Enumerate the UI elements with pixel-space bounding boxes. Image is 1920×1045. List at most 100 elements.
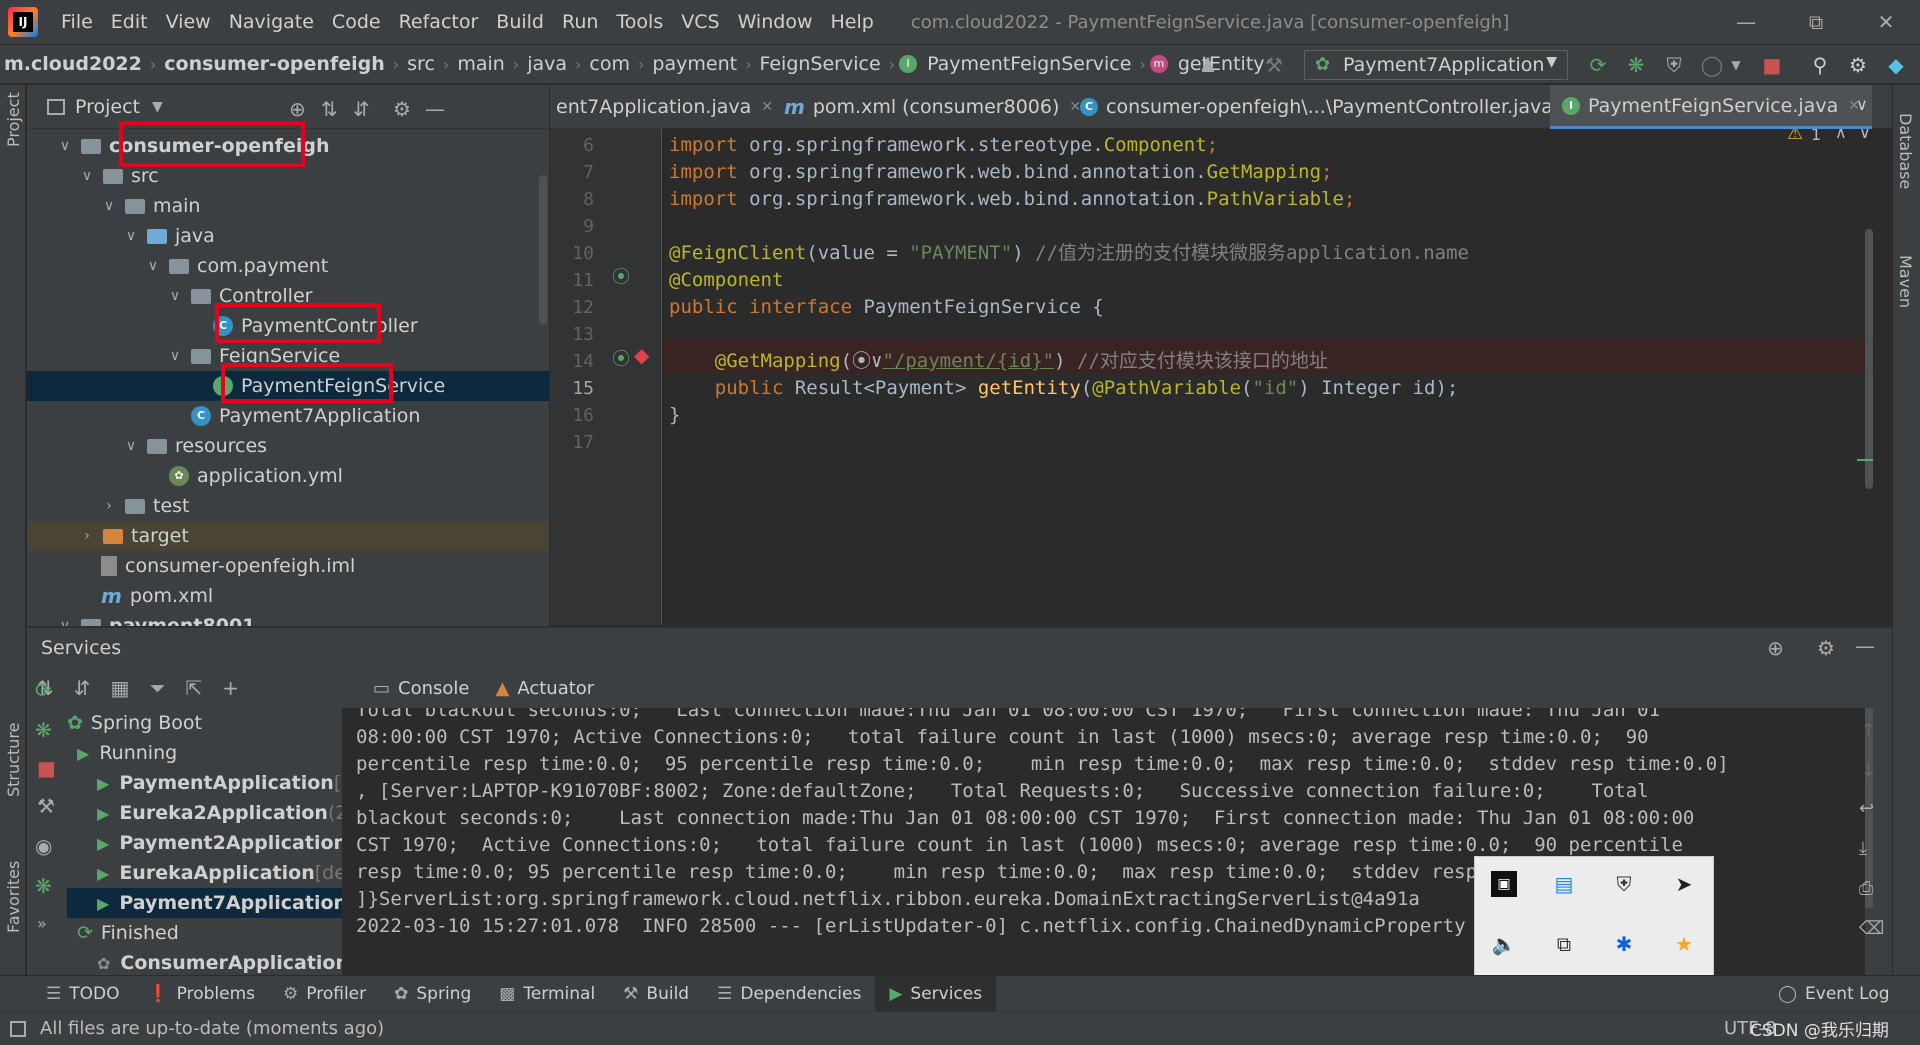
close-icon[interactable]: ✕	[1856, 0, 1916, 44]
previous-highlight-icon[interactable]: ∧	[1835, 129, 1847, 142]
menu-help[interactable]: Help	[821, 11, 882, 33]
collapse-all-icon[interactable]: ⇵	[353, 97, 370, 121]
menu-vcs[interactable]: VCS	[672, 11, 728, 33]
stop-icon[interactable]: ■	[37, 756, 56, 780]
maven-tool-tab[interactable]: Maven	[1896, 255, 1915, 308]
hide-icon[interactable]: —	[1855, 634, 1875, 658]
menu-window[interactable]: Window	[729, 11, 822, 33]
tree-item-iml[interactable]: consumer-openfeigh.iml	[27, 551, 549, 581]
tab-payment-feign-service[interactable]: I PaymentFeignService.java ✕	[1550, 85, 1872, 129]
project-tool-tab[interactable]: Project	[4, 92, 23, 147]
layout-icon[interactable]	[10, 1020, 26, 1037]
tab-services[interactable]: ▶ Services	[875, 975, 997, 1012]
tree-item-pom[interactable]: m pom.xml	[27, 581, 549, 611]
group-by-icon[interactable]: ▦	[111, 676, 130, 700]
warning-icon[interactable]: ⚠	[1787, 129, 1803, 144]
menu-code[interactable]: Code	[323, 11, 390, 33]
menu-run[interactable]: Run	[553, 11, 607, 33]
close-icon[interactable]: ✕	[761, 99, 773, 115]
tab-spring[interactable]: ✿ Spring	[380, 976, 485, 1012]
menu-refactor[interactable]: Refactor	[390, 11, 488, 33]
svc-group-finished[interactable]: ⟳ Finished	[77, 918, 179, 948]
tree-item-com-payment[interactable]: ∨ com.payment	[27, 251, 549, 281]
tab-payment7-application[interactable]: ent7Application.java ✕	[556, 85, 783, 129]
add-service-icon[interactable]: ⊕	[1767, 636, 1784, 660]
gear-icon[interactable]: ⚙	[1817, 636, 1835, 660]
profiler-icon[interactable]: ◯	[1700, 53, 1724, 77]
next-highlight-icon[interactable]: ∨	[1859, 129, 1871, 142]
svc-item-consumer-application[interactable]: ✿ ConsumerApplication	[97, 948, 349, 976]
chevron-down-icon[interactable]: ∨	[1856, 95, 1868, 114]
trash-icon[interactable]: ⌫	[1859, 918, 1884, 939]
tab-console[interactable]: ▭ Console	[373, 678, 469, 699]
network-tray-icon[interactable]: ▤	[1551, 871, 1577, 897]
debug-icon[interactable]: ❋	[1624, 53, 1648, 77]
menu-tools[interactable]: Tools	[607, 11, 672, 33]
gear-icon[interactable]: ⚙	[393, 97, 411, 121]
menu-navigate[interactable]: Navigate	[220, 11, 323, 33]
arrow-up-icon[interactable]: ↑	[1861, 720, 1876, 741]
project-scrollbar[interactable]	[539, 175, 547, 325]
tab-pom-xml[interactable]: m pom.xml (consumer8006) ✕	[784, 85, 1091, 129]
breadcrumb-method[interactable]: getEntity	[1174, 53, 1269, 75]
gear-icon[interactable]: ⚙	[1846, 53, 1870, 77]
wrench-icon[interactable]: ⚒	[37, 794, 55, 818]
svc-item-payment-application[interactable]: ▶ PaymentApplication [c	[97, 768, 352, 798]
soft-wrap-icon[interactable]: ↩	[1859, 798, 1874, 819]
breadcrumb-main[interactable]: main	[453, 53, 508, 75]
new-tab-icon[interactable]: ⇱	[185, 676, 202, 700]
breadcrumb-module[interactable]: consumer-openfeigh	[160, 53, 388, 75]
tree-item-main[interactable]: ∨ main	[27, 191, 549, 221]
scroll-to-end-icon[interactable]: ⤓	[1859, 838, 1867, 859]
breadcrumb-project[interactable]: m.cloud2022	[0, 53, 146, 75]
breakpoint-icon[interactable]: ◆	[634, 343, 649, 367]
structure-tool-tab[interactable]: Structure	[4, 723, 23, 797]
svc-group-running[interactable]: ▶ Running	[77, 738, 177, 768]
arrow-down-icon[interactable]: ↓	[1861, 760, 1876, 781]
menu-view[interactable]: View	[157, 11, 220, 33]
database-tool-tab[interactable]: Database	[1896, 113, 1915, 189]
rocket-tray-icon[interactable]: ➤	[1671, 871, 1697, 897]
stop-icon[interactable]: ■	[1760, 53, 1784, 77]
tab-event-log[interactable]: ◯ Event Log	[1764, 976, 1904, 1012]
display-tray-icon[interactable]: ⧉	[1551, 931, 1577, 957]
tab-dependencies[interactable]: ☰ Dependencies	[703, 976, 875, 1012]
tab-profiler[interactable]: ⚙ Profiler	[269, 976, 380, 1012]
tab-payment-controller[interactable]: C consumer-openfeigh\...\PaymentControll…	[1080, 85, 1585, 129]
breadcrumb-payment[interactable]: payment	[648, 53, 741, 75]
debug-icon[interactable]: ❋	[35, 718, 52, 742]
volume-icon[interactable]: 🔈	[1491, 931, 1517, 957]
security-shield-icon[interactable]: ⛨	[1611, 871, 1637, 897]
project-view-select[interactable]: Project	[75, 96, 140, 118]
tab-actuator[interactable]: ▲ Actuator	[495, 678, 594, 699]
favorites-tool-tab[interactable]: Favorites	[4, 861, 23, 933]
breadcrumb-src[interactable]: src	[403, 53, 439, 75]
tree-item-java[interactable]: ∨ java	[27, 221, 549, 251]
print-icon[interactable]: ⎙	[1859, 878, 1873, 899]
app-tray-icon[interactable]: ▣	[1491, 871, 1517, 897]
breadcrumb-com[interactable]: com	[585, 53, 634, 75]
menu-file[interactable]: File	[52, 11, 102, 33]
tree-item-test[interactable]: › test	[27, 491, 549, 521]
more-run-icon[interactable]: ▼	[1724, 53, 1748, 77]
menu-build[interactable]: Build	[487, 11, 553, 33]
menu-edit[interactable]: Edit	[102, 11, 157, 33]
hide-icon[interactable]: —	[425, 97, 445, 121]
user-icon[interactable]: ♟	[1196, 53, 1220, 77]
svc-item-eureka-application[interactable]: ▶ EurekaApplication [de	[97, 858, 346, 888]
implemented-gutter-icon[interactable]: ⦿	[612, 345, 630, 371]
tree-item-payment8001[interactable]: ∨ payment8001	[27, 611, 549, 626]
breadcrumb-java[interactable]: java	[523, 53, 571, 75]
restore-icon[interactable]: ⧉	[1786, 0, 1846, 44]
tree-item-payment7-application[interactable]: C Payment7Application	[27, 401, 549, 431]
run-configuration-select[interactable]: ✿ Payment7Application ▼	[1304, 50, 1568, 80]
search-icon[interactable]: ⚲	[1808, 53, 1832, 77]
svc-item-payment7-application[interactable]: ▶ Payment7Application	[67, 888, 361, 918]
svc-group-spring-boot[interactable]: ✿ Spring Boot	[67, 708, 202, 738]
debug-settings-icon[interactable]: ❋	[35, 874, 52, 898]
collapse-all-icon[interactable]: ⇵	[74, 676, 91, 700]
editor-scrollbar[interactable]	[1865, 229, 1873, 489]
tree-item-target[interactable]: › target	[27, 521, 549, 551]
tree-item-application-yml[interactable]: ✿ application.yml	[27, 461, 549, 491]
locate-icon[interactable]: ⊕	[289, 97, 306, 121]
